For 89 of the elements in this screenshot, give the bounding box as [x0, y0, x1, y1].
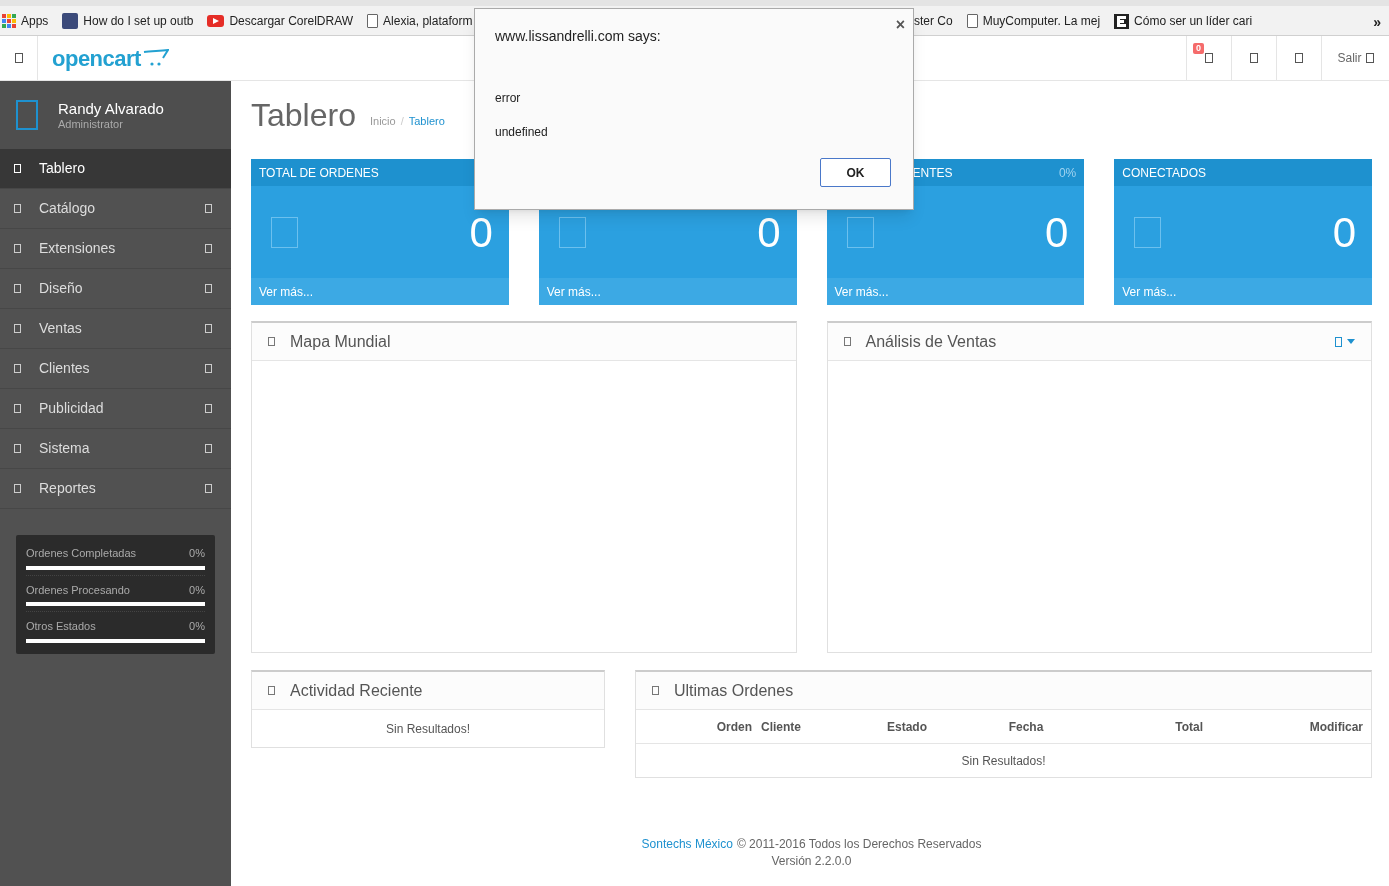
bookmark-link[interactable]: MuyComputer. La mej — [982, 12, 1101, 30]
empty-message: Sin Resultados! — [960, 752, 1047, 770]
tile-title: CONECTADOS — [1122, 164, 1207, 182]
bookmark-link[interactable]: Cómo ser un líder cari — [1134, 12, 1253, 30]
column-header: Orden — [715, 718, 752, 736]
exit-icon — [1365, 53, 1374, 63]
sidebar-item[interactable]: Catálogo — [0, 189, 231, 229]
user-name: Randy Alvarado — [58, 99, 164, 118]
tile-value: 0 — [1332, 207, 1356, 258]
square-icon — [14, 444, 21, 453]
dropdown-button[interactable] — [1335, 336, 1355, 347]
sidebar-item[interactable]: Tablero — [0, 149, 231, 189]
cart-icon — [142, 49, 169, 67]
sidebar-item[interactable]: Sistema — [0, 429, 231, 469]
sidebar-item[interactable]: Ventas — [0, 309, 231, 349]
stat-label: Ordenes Completadas — [26, 546, 137, 561]
square-icon — [1295, 53, 1303, 63]
stat-percent: 0% — [189, 546, 205, 561]
panel-title: Mapa Mundial — [290, 331, 392, 352]
footer-link[interactable]: Sontechs México — [641, 836, 733, 853]
count-badge: 0 — [1193, 43, 1204, 54]
tile-value: 0 — [469, 207, 493, 258]
version-text: Versión 2.2.0.0 — [771, 853, 852, 870]
panel-title: Análisis de Ventas — [865, 331, 998, 352]
square-icon — [1205, 53, 1213, 63]
user-role: Administrator — [58, 117, 124, 131]
stat-label: Otros Estados — [26, 619, 96, 634]
square-icon — [14, 324, 21, 333]
bookmark-link[interactable]: Alexia, plataform — [383, 11, 473, 30]
caret-icon — [1347, 339, 1355, 344]
square-icon — [1250, 53, 1258, 63]
column-header: Modificar — [1308, 718, 1363, 736]
dialog-message: error — [495, 90, 522, 107]
square-icon — [14, 404, 21, 413]
sidebar-item[interactable]: Reportes — [0, 469, 231, 509]
square-icon — [846, 216, 874, 248]
tile-value: 0 — [757, 207, 781, 258]
breadcrumb-separator: / — [400, 113, 404, 129]
column-header: Fecha — [1007, 718, 1045, 736]
play-icon[interactable] — [207, 14, 225, 27]
square-icon — [14, 244, 21, 253]
panel-title: Ultimas Ordenes — [674, 680, 795, 701]
bookmark-link[interactable]: Descargar CorelDRAW — [229, 11, 354, 30]
page-icon[interactable] — [966, 14, 978, 28]
more-bookmarks-button[interactable]: » — [1373, 12, 1381, 33]
square-icon — [268, 337, 275, 346]
dialog-message: undefined — [495, 124, 548, 141]
square-icon — [1335, 336, 1342, 347]
square-icon — [1134, 216, 1162, 248]
tile-value: 0 — [1044, 207, 1069, 258]
logo-text: opencart — [52, 44, 141, 73]
ok-button[interactable]: OK — [820, 158, 891, 187]
square-icon — [14, 164, 21, 173]
apps-grid-icon[interactable] — [2, 13, 16, 28]
bookmark-link[interactable]: How do I set up outb — [83, 11, 194, 30]
menu-icon — [14, 53, 23, 63]
sidebar-item[interactable]: Diseño — [0, 269, 231, 309]
square-icon — [652, 686, 659, 695]
square-icon — [843, 337, 851, 346]
avatar-icon — [16, 100, 38, 130]
column-header: Estado — [886, 718, 928, 736]
square-icon — [14, 204, 21, 213]
stat-percent: 0% — [189, 582, 205, 598]
square-icon — [14, 484, 21, 493]
sidebar-item[interactable]: Clientes — [0, 349, 231, 389]
copyright-text: © 2011-2016 Todos los Derechos Reservados — [736, 836, 982, 853]
sidebar-item[interactable]: Extensiones — [0, 229, 231, 269]
stat-label: Ordenes Procesando — [26, 582, 130, 598]
close-button[interactable]: × — [895, 13, 905, 37]
tile-title: TOTAL DE ORDENES — [259, 164, 379, 182]
stat-percent: 0% — [189, 619, 205, 634]
breadcrumb-link[interactable]: Tablero — [408, 112, 445, 129]
square-icon — [271, 216, 298, 248]
square-icon — [558, 216, 586, 248]
panel-title: Actividad Reciente — [290, 680, 424, 701]
square-icon — [14, 284, 21, 293]
logout-button[interactable]: Salir — [1321, 36, 1389, 80]
page-title: Tablero — [251, 99, 356, 131]
square-icon — [14, 364, 21, 373]
bookmark-link[interactable]: Apps — [21, 11, 49, 30]
column-header: Cliente — [760, 718, 802, 736]
square-icon — [268, 686, 275, 695]
page-icon[interactable] — [367, 13, 379, 28]
bookmark-link[interactable]: ster Co — [914, 12, 953, 30]
tile-percent: 0% — [1058, 164, 1077, 182]
empty-message: Sin Resultados! — [384, 720, 471, 738]
column-header: Total — [1174, 718, 1203, 736]
dialog-title: www.lissandrelli.com says: — [495, 27, 661, 46]
sidebar-item[interactable]: Publicidad — [0, 389, 231, 429]
